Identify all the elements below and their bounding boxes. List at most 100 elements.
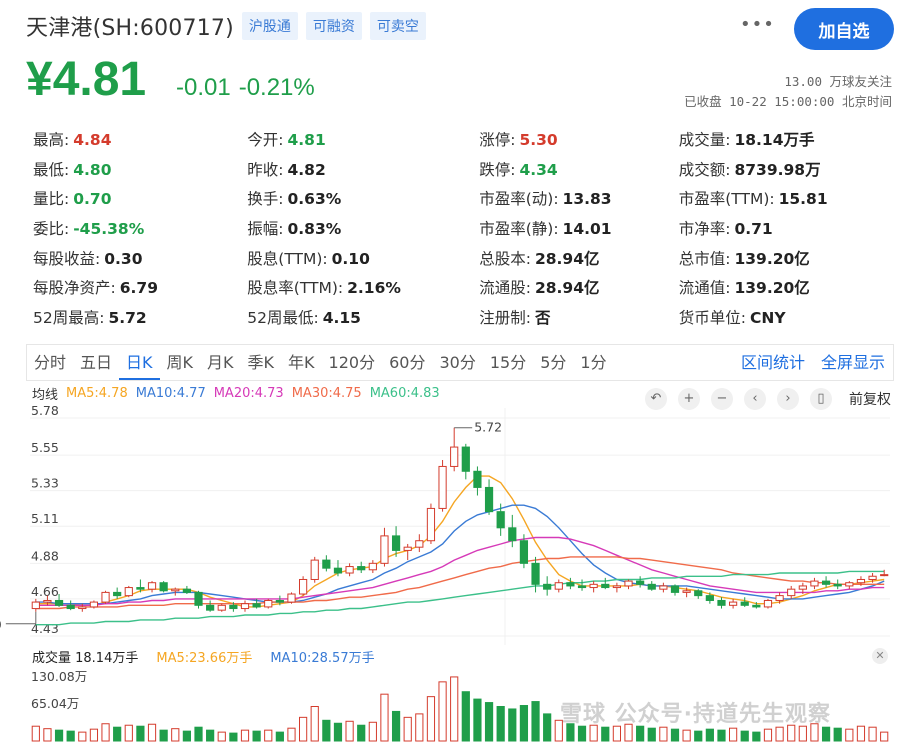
volume-bar [391,710,401,742]
volume-bar [54,729,64,742]
tab-period[interactable]: 1分 [573,345,613,380]
tab-period[interactable]: 五日 [73,345,119,380]
candle-body [496,511,505,529]
stat-value: 4.15 [322,308,361,327]
ma-line-ma30 [35,556,885,610]
tab-period[interactable]: 120分 [322,345,383,380]
candle-body [66,604,75,610]
candle-body [310,559,319,580]
volume-bar [357,724,366,742]
tab-period[interactable]: 5分 [533,345,573,380]
stat-value: 4.82 [287,160,326,179]
volume-bar [833,727,842,742]
candle-body [391,535,401,551]
stat-label: 流通值: [678,279,731,298]
stat-cell: 股息率(TTM): 2.16% [247,276,479,298]
candle-body [484,486,494,513]
stat-value: 28.94亿 [534,249,600,268]
volume-bar [171,728,180,742]
stats-row: 每股收益: 0.30 股息(TTM): 0.10 总股本: 28.94亿 总市值: 139.2… [33,243,893,273]
candle-body [89,601,99,608]
volume-legend: 成交量 18.14万手 MA5:23.66万手 MA10:28.57万手 [32,647,375,666]
more-options-icon[interactable]: ••• [740,14,775,35]
candle-body [206,604,215,611]
zoom-in-icon[interactable]: + [678,388,700,410]
tab-period[interactable]: 60分 [382,345,432,380]
stat-cell: 每股净资产: 6.79 [33,276,247,298]
tag-shanghai-connect[interactable]: 沪股通 [241,12,298,40]
stat-value: 5.30 [519,130,558,149]
price-adjust-selector[interactable]: 前复权 [849,389,891,409]
price-change: -0.01 -0.21% [176,74,315,102]
watermark-text: 雪球 公众号·持道先生观察 [560,702,832,727]
candle-body [577,585,587,589]
ma-line-ma20 [35,536,885,606]
tag-short-selling[interactable]: 可卖空 [369,12,426,40]
candle-body [636,580,645,585]
volume-bar [740,730,749,742]
candle-body [43,599,52,603]
stat-cell: 今开: 4.81 [247,128,479,150]
stat-cell: 最低: 4.80 [33,158,247,180]
volume-bar [484,702,494,742]
candle-body [810,580,819,587]
candle-body [601,583,610,589]
undo-icon[interactable]: ↶ [645,388,667,410]
tab-period[interactable]: 月K [200,345,241,380]
stat-cell: 总市值: 139.20亿 [679,247,893,269]
range-stats-button[interactable]: 区间统计 [733,345,813,380]
candle-style-icon[interactable]: ▯ [810,388,832,410]
fullscreen-button[interactable]: 全屏显示 [813,345,893,380]
tab-period[interactable]: 日K [119,345,160,380]
candle-body [136,587,145,590]
candle-body [787,588,796,597]
stat-cell: 流通值: 139.20亿 [679,276,893,298]
zoom-out-icon[interactable]: − [711,388,733,410]
volume-bar [229,732,238,742]
stat-value: 28.94亿 [534,279,600,298]
stat-cell: 总股本: 28.94亿 [479,247,679,269]
stats-row: 量比: 0.70 换手: 0.63% 市盈率(动): 13.83 市盈率(TTM): 15.8… [33,183,893,213]
tab-period[interactable]: 30分 [432,345,482,380]
tab-period[interactable]: 周K [160,345,201,380]
volume-bar [182,730,191,742]
candle-body [450,446,459,467]
stat-label: 委比: [33,219,70,238]
volume-bar [461,691,470,742]
volume-bar [868,726,877,742]
volume-bar [66,730,75,742]
volume-axis-tick: 130.08万 [31,669,87,684]
stat-label: 每股净资产: [33,279,116,298]
ma-line-ma60 [35,570,885,626]
candle-body [740,601,749,606]
ma-line-ma10 [35,504,885,605]
tab-period[interactable]: 年K [281,345,322,380]
candle-body [31,601,40,610]
tab-period[interactable]: 季K [241,345,282,380]
scroll-right-icon[interactable]: › [777,388,799,410]
stat-cell: 注册制: 否 [479,306,679,328]
stat-label: 总市值: [678,249,731,268]
stat-label: 今开: [247,130,284,149]
volume-bar [438,681,447,742]
volume-bar [798,725,807,742]
tab-period[interactable]: 分时 [27,345,73,380]
scroll-left-icon[interactable]: ‹ [744,388,766,410]
candle-body [182,588,191,593]
volume-bar [496,706,505,742]
change-amount: -0.01 [176,74,231,101]
stat-label: 昨收: [247,160,284,179]
tag-margin-financing[interactable]: 可融资 [305,12,362,40]
volume-bar [78,731,87,742]
candle-body [473,470,482,488]
close-volume-icon[interactable]: ✕ [872,648,888,664]
stat-value: 2.16% [347,279,401,298]
ma-legend-item: MA30:4.75 [291,386,362,401]
add-to-watchlist-button[interactable]: 加自选 [794,8,894,50]
stat-label: 跌停: [479,160,516,179]
stat-cell: 52周最低: 4.15 [247,306,479,328]
stat-value: 8739.98万 [734,160,821,179]
candle-body [217,604,226,611]
tab-period[interactable]: 15分 [483,345,533,380]
stat-value: 14.01 [562,219,612,238]
